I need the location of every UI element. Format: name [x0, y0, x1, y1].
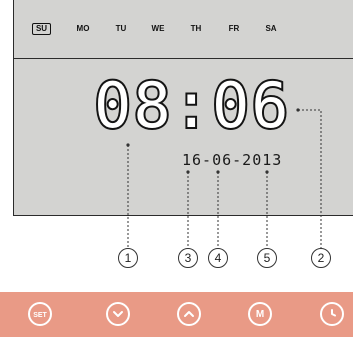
weekday-su: SU	[32, 23, 51, 35]
callout-3: 3	[178, 248, 198, 268]
chevron-up-icon	[184, 311, 194, 317]
set-button-label: SET	[33, 312, 47, 319]
callout-5: 5	[257, 248, 277, 268]
callout-1: 1	[118, 248, 138, 268]
weekday-th: TH	[190, 24, 202, 33]
weekday-mo: MO	[76, 24, 90, 33]
weekday-sa: SA	[265, 24, 277, 33]
mode-button-label: M	[255, 309, 265, 320]
button-bar: SET M	[0, 292, 353, 337]
weekday-tu: TU	[115, 24, 127, 33]
weekday-divider	[14, 58, 353, 59]
down-button[interactable]	[106, 302, 130, 326]
date-readout: 16-06-2013	[182, 151, 283, 169]
weekday-fr: FR	[228, 24, 240, 33]
up-button[interactable]	[177, 302, 201, 326]
weekday-row: SU MO TU WE TH FR SA	[14, 0, 353, 58]
clock-button[interactable]	[320, 302, 344, 326]
clock-icon	[331, 309, 336, 317]
lcd-display: SU MO TU WE TH FR SA 08:06 16-06-2013	[13, 0, 353, 216]
mode-button[interactable]: M	[248, 302, 272, 326]
set-button[interactable]: SET	[28, 302, 52, 326]
chevron-down-icon	[113, 311, 123, 317]
weekday-we: WE	[151, 24, 165, 33]
time-readout: 08:06	[92, 68, 291, 144]
callout-4: 4	[208, 248, 228, 268]
callout-2: 2	[311, 248, 331, 268]
